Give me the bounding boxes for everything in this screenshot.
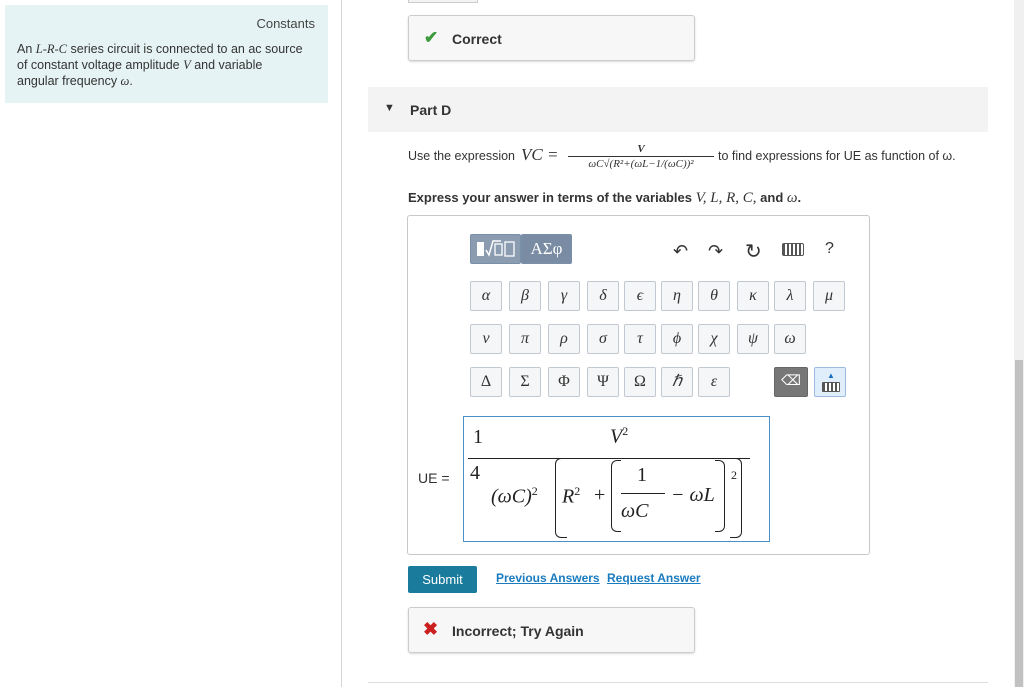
key-mu[interactable]: μ — [813, 281, 845, 311]
key-varepsilon[interactable]: ε — [698, 367, 730, 397]
key-omega[interactable]: ω — [774, 324, 806, 354]
key-chi[interactable]: χ — [698, 324, 730, 354]
key-lambda[interactable]: λ — [774, 281, 806, 311]
instruction-line: Use the expression VC = V ωC√(R²+(ωL−1/(… — [408, 143, 998, 175]
answer-r-squared: R2 — [562, 484, 581, 508]
left-pane: Constants An L-R-C series circuit is con… — [0, 0, 342, 687]
key-theta[interactable]: θ — [698, 281, 730, 311]
part-d-header[interactable]: ▼ Part D — [368, 87, 988, 132]
key-epsilon[interactable]: ϵ — [624, 281, 656, 311]
answer-minus-wl: − ωL — [671, 484, 715, 506]
key-capital-phi[interactable]: Φ — [548, 367, 580, 397]
request-answer-link[interactable]: Request Answer — [607, 571, 701, 585]
scrollbar-thumb[interactable] — [1015, 360, 1023, 687]
feedback-incorrect: ✖ Incorrect; Try Again — [408, 607, 695, 653]
key-eta[interactable]: η — [661, 281, 693, 311]
keyboard-toggle-button[interactable]: ▲ — [814, 367, 846, 397]
help-icon[interactable]: ? — [825, 240, 834, 258]
answer-paren-left — [611, 460, 621, 532]
key-hbar[interactable]: ℏ — [661, 367, 693, 397]
key-pi[interactable]: π — [509, 324, 541, 354]
key-capital-delta[interactable]: Δ — [470, 367, 502, 397]
key-beta[interactable]: β — [509, 281, 541, 311]
collapse-triangle-icon[interactable]: ▼ — [384, 102, 395, 114]
part-d-title: Part D — [410, 102, 452, 118]
key-nu[interactable]: ν — [470, 324, 502, 354]
answer-denominator-wc: (ωC)2 — [491, 484, 538, 508]
answer-inner-fraction-bar — [621, 493, 665, 494]
vc-symbol: VC = — [521, 145, 559, 164]
ue-label: UE = — [418, 470, 450, 486]
key-delta[interactable]: δ — [587, 281, 619, 311]
templates-button[interactable] — [470, 234, 521, 264]
redo-icon[interactable]: ↷ — [708, 241, 723, 262]
keyboard-icon — [822, 382, 840, 392]
checkmark-icon: ✔ — [424, 28, 439, 47]
section-divider — [368, 682, 988, 683]
instruction-prefix: Use the expression — [408, 149, 516, 163]
greek-button[interactable]: ΑΣφ — [521, 234, 572, 264]
key-kappa[interactable]: κ — [737, 281, 769, 311]
previous-section-edge — [408, 0, 478, 3]
key-capital-psi[interactable]: Ψ — [587, 367, 619, 397]
answer-coef-numerator: 1 — [473, 426, 483, 448]
vc-fraction: V ωC√(R²+(ωL−1/(ωC))² — [568, 143, 714, 170]
key-alpha[interactable]: α — [470, 281, 502, 311]
previous-answers-link[interactable]: Previous Answers — [496, 571, 600, 585]
caret-up-icon: ▲ — [827, 371, 835, 380]
constants-panel: Constants An L-R-C series circuit is con… — [5, 5, 328, 103]
key-capital-omega[interactable]: Ω — [624, 367, 656, 397]
answer-inner-denominator: ωC — [621, 500, 649, 522]
feedback-correct: ✔ Correct — [408, 15, 695, 61]
key-psi[interactable]: ψ — [737, 324, 769, 354]
keyboard-icon[interactable] — [782, 243, 804, 256]
answer-fraction-bar — [468, 458, 750, 459]
feedback-incorrect-label: Incorrect; Try Again — [452, 623, 584, 639]
cross-icon: ✖ — [423, 619, 439, 639]
backspace-key[interactable]: ⌫ — [774, 367, 808, 397]
answer-plus: + — [594, 484, 606, 506]
key-gamma[interactable]: γ — [548, 281, 580, 311]
constants-text: An L-R-C series circuit is connected to … — [17, 42, 303, 88]
undo-icon[interactable]: ↶ — [673, 241, 688, 262]
templates-icon — [477, 240, 515, 257]
answer-numerator: V2 — [610, 424, 629, 448]
key-sigma[interactable]: σ — [587, 324, 619, 354]
answer-inner-numerator: 1 — [637, 464, 647, 486]
instruction-suffix: to find expressions for UE as function o… — [718, 149, 956, 163]
constants-title[interactable]: Constants — [256, 16, 315, 31]
key-tau[interactable]: τ — [624, 324, 656, 354]
answer-bracket-right — [730, 458, 742, 538]
answer-coef-denominator: 4 — [470, 462, 480, 484]
vc-fraction-denominator: ωC√(R²+(ωL−1/(ωC))² — [588, 158, 694, 170]
vc-fraction-numerator: V — [568, 143, 714, 157]
key-capital-sigma[interactable]: Σ — [509, 367, 541, 397]
key-rho[interactable]: ρ — [548, 324, 580, 354]
feedback-correct-label: Correct — [452, 31, 502, 47]
submit-button[interactable]: Submit — [408, 566, 477, 593]
express-instruction: Express your answer in terms of the vari… — [408, 190, 802, 206]
answer-paren-right — [715, 460, 725, 532]
key-phi[interactable]: ϕ — [661, 324, 693, 354]
reset-icon[interactable]: ↻ — [745, 239, 762, 264]
